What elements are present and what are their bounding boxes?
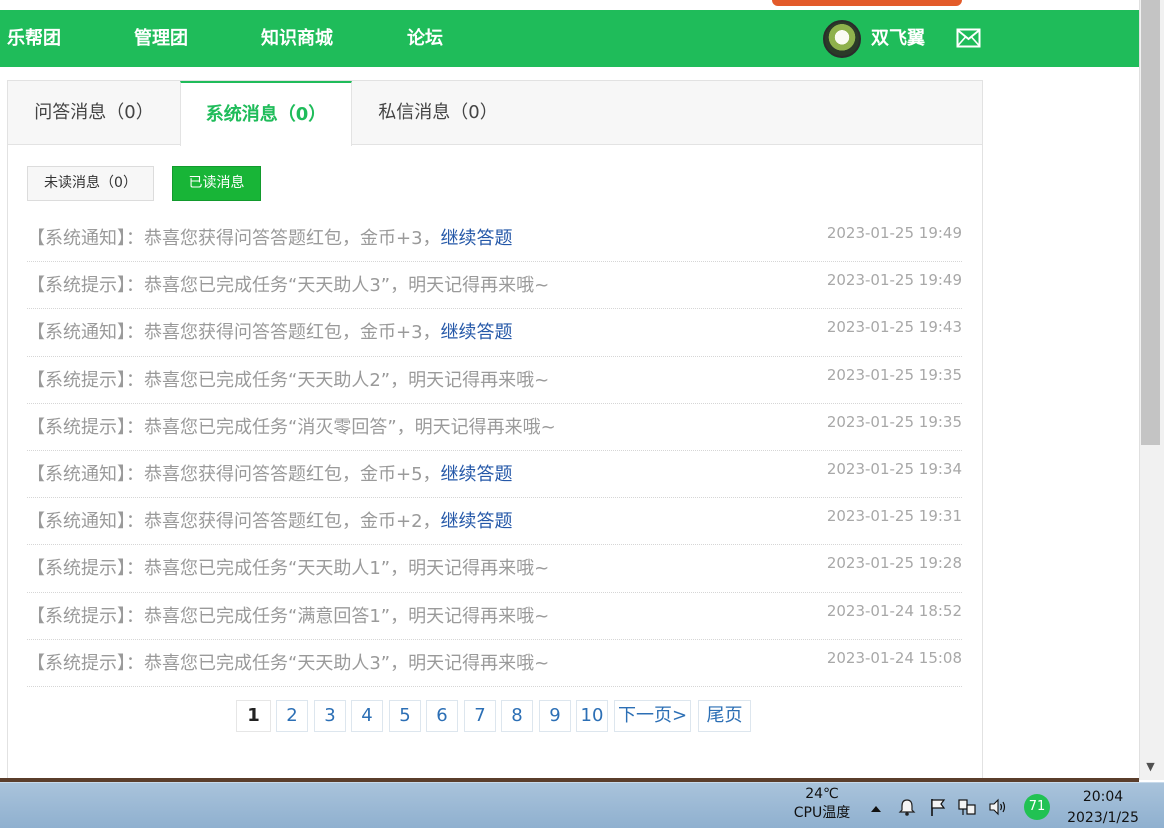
message-text: 【系统通知】：恭喜您获得问答答题红包，金币+3，继续答题: [27, 224, 513, 250]
page-5[interactable]: 5: [389, 700, 421, 732]
message-time: 2023-01-25 19:43: [826, 318, 962, 337]
message-content: 【系统提示】：恭喜您已完成任务“天天助人3”，明天记得再来哦~: [27, 275, 550, 297]
message-content: 【系统通知】：恭喜您获得问答答题红包，金币+5，: [27, 463, 441, 485]
windows-taskbar: 24℃ CPU温度 71 20:04 2023/1/25: [0, 782, 1164, 828]
security-badge[interactable]: 71: [1024, 794, 1050, 820]
message-text: 【系统提示】：恭喜您已完成任务“天天助人3”，明天记得再来哦~: [27, 271, 549, 297]
clock-date: 2023/1/25: [1067, 810, 1139, 826]
message-panel: 问答消息（0） 系统消息（0） 私信消息（0） 未读消息（0） 已读消息 【系统…: [7, 80, 983, 790]
message-row: 【系统提示】：恭喜您已完成任务“天天助人2”，明天记得再来哦~ 2023-01-2…: [27, 357, 962, 404]
continue-answering-link[interactable]: 继续答题: [441, 511, 513, 532]
page-8[interactable]: 8: [501, 700, 533, 732]
main-nav: 乐帮团 管理团 知识商城 论坛 双飞翼: [0, 10, 1139, 67]
message-row: 【系统通知】：恭喜您获得问答答题红包，金币+3，继续答题 2023-01-25 1…: [27, 309, 962, 357]
username[interactable]: 双飞翼: [871, 10, 925, 67]
message-row: 【系统通知】：恭喜您获得问答答题红包，金币+3，继续答题 2023-01-25 1…: [27, 215, 962, 263]
page-1[interactable]: 1: [236, 700, 271, 732]
cpu-temp-label: CPU温度: [793, 805, 851, 821]
tab-private-messages[interactable]: 私信消息（0）: [352, 81, 524, 145]
continue-answering-link[interactable]: 继续答题: [441, 322, 513, 343]
message-text: 【系统通知】：恭喜您获得问答答题红包，金币+5，继续答题: [27, 460, 513, 486]
message-content: 【系统提示】：恭喜您已完成任务“满意回答1”，明天记得再来哦~: [27, 605, 550, 627]
message-time: 2023-01-25 19:34: [826, 459, 962, 478]
system-clock[interactable]: 20:04 2023/1/25: [1058, 787, 1148, 828]
message-text: 【系统通知】：恭喜您获得问答答题红包，金币+2，继续答题: [27, 507, 513, 533]
page-10[interactable]: 10: [576, 700, 608, 732]
message-list: 【系统通知】：恭喜您获得问答答题红包，金币+3，继续答题 2023-01-25 1…: [27, 215, 962, 687]
message-row: 【系统通知】：恭喜您获得问答答题红包，金币+2，继续答题 2023-01-25 1…: [27, 498, 962, 546]
scroll-down-arrow-icon[interactable]: ▼: [1141, 758, 1160, 776]
message-time: 2023-01-25 19:35: [826, 365, 962, 384]
bell-icon[interactable]: [897, 797, 917, 817]
message-row: 【系统提示】：恭喜您已完成任务“满意回答1”，明天记得再来哦~ 2023-01-2…: [27, 593, 962, 640]
tab-system-messages[interactable]: 系统消息（0）: [180, 81, 352, 146]
message-text: 【系统通知】：恭喜您获得问答答题红包，金币+3，继续答题: [27, 318, 513, 344]
flag-icon[interactable]: [928, 797, 948, 817]
message-time: 2023-01-25 19:31: [826, 507, 962, 526]
message-row: 【系统提示】：恭喜您已完成任务“天天助人3”，明天记得再来哦~ 2023-01-2…: [27, 640, 962, 687]
last-page-button[interactable]: 尾页: [698, 700, 751, 732]
page-4[interactable]: 4: [351, 700, 383, 732]
message-time: 2023-01-24 15:08: [826, 648, 962, 667]
page-3[interactable]: 3: [314, 700, 346, 732]
tab-qa-messages[interactable]: 问答消息（0）: [8, 81, 180, 145]
page-7[interactable]: 7: [464, 700, 496, 732]
show-hidden-icons-icon[interactable]: [866, 799, 886, 819]
clock-time: 20:04: [1082, 789, 1124, 805]
message-text: 【系统提示】：恭喜您已完成任务“满意回答1”，明天记得再来哦~: [27, 602, 549, 628]
read-messages-button[interactable]: 已读消息: [172, 166, 261, 201]
message-content: 【系统通知】：恭喜您获得问答答题红包，金币+2，: [27, 511, 441, 533]
message-time: 2023-01-24 18:52: [826, 601, 962, 620]
mail-icon[interactable]: [956, 28, 981, 48]
page-6[interactable]: 6: [426, 700, 458, 732]
page-2[interactable]: 2: [276, 700, 308, 732]
message-text: 【系统提示】：恭喜您已完成任务“天天助人2”，明天记得再来哦~: [27, 366, 549, 392]
message-row: 【系统提示】：恭喜您已完成任务“天天助人3”，明天记得再来哦~ 2023-01-2…: [27, 262, 962, 310]
volume-icon[interactable]: [988, 797, 1008, 817]
page-9[interactable]: 9: [539, 700, 571, 732]
message-content: 【系统提示】：恭喜您已完成任务“消灭零回答”，明天记得再来哦~: [27, 416, 556, 438]
cpu-temp-value: 24℃: [805, 786, 839, 802]
message-content: 【系统提示】：恭喜您已完成任务“天天助人1”，明天记得再来哦~: [27, 558, 550, 580]
message-time: 2023-01-25 19:49: [826, 224, 962, 242]
message-text: 【系统提示】：恭喜您已完成任务“天天助人1”，明天记得再来哦~: [27, 554, 549, 580]
nav-item-lebangtuan[interactable]: 乐帮团: [7, 10, 61, 67]
message-time: 2023-01-25 19:28: [826, 554, 962, 573]
message-row: 【系统通知】：恭喜您获得问答答题红包，金币+5，继续答题 2023-01-25 1…: [27, 451, 962, 499]
message-text: 【系统提示】：恭喜您已完成任务“消灭零回答”，明天记得再来哦~: [27, 413, 556, 439]
message-time: 2023-01-25 19:35: [826, 412, 962, 431]
message-content: 【系统通知】：恭喜您获得问答答题红包，金币+3，: [27, 322, 441, 344]
message-content: 【系统通知】：恭喜您获得问答答题红包，金币+3，: [27, 228, 441, 249]
cpu-temperature-widget[interactable]: 24℃ CPU温度: [790, 785, 854, 823]
message-row: 【系统提示】：恭喜您已完成任务“天天助人1”，明天记得再来哦~ 2023-01-2…: [27, 545, 962, 593]
message-content: 【系统提示】：恭喜您已完成任务“天天助人3”，明天记得再来哦~: [27, 652, 550, 674]
unread-messages-button[interactable]: 未读消息（0）: [27, 166, 154, 201]
nav-item-knowledge-mall[interactable]: 知识商城: [261, 10, 333, 67]
network-icon[interactable]: [957, 797, 977, 817]
next-page-button[interactable]: 下一页>: [614, 700, 691, 732]
site-logo[interactable]: [772, 0, 962, 6]
message-content: 【系统提示】：恭喜您已完成任务“天天助人2”，明天记得再来哦~: [27, 369, 550, 391]
message-tabs: 问答消息（0） 系统消息（0） 私信消息（0）: [8, 81, 982, 146]
avatar[interactable]: [823, 20, 861, 58]
continue-answering-link[interactable]: 继续答题: [441, 464, 513, 485]
message-text: 【系统提示】：恭喜您已完成任务“天天助人3”，明天记得再来哦~: [27, 649, 549, 675]
site-banner: [0, 0, 1139, 10]
continue-answering-link[interactable]: 继续答题: [441, 228, 513, 249]
message-row: 【系统提示】：恭喜您已完成任务“消灭零回答”，明天记得再来哦~ 2023-01-2…: [27, 404, 962, 451]
scrollbar-thumb[interactable]: [1141, 0, 1160, 445]
nav-item-forum[interactable]: 论坛: [407, 10, 443, 67]
page: 乐帮团 管理团 知识商城 论坛 双飞翼 问答消息（0） 系统消息（0） 私信消息…: [0, 0, 1164, 828]
nav-item-guanlituan[interactable]: 管理团: [134, 10, 188, 67]
message-time: 2023-01-25 19:49: [826, 271, 962, 290]
